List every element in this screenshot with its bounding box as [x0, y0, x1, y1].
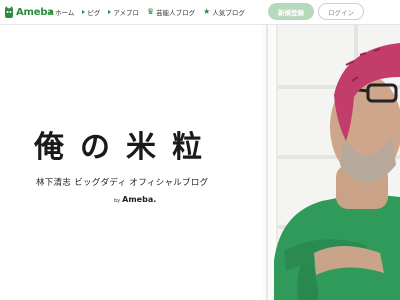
- ameba-byline-logo[interactable]: Ameba.: [122, 195, 156, 204]
- person-photo-illustration: [262, 25, 400, 300]
- nav-item-popular-blogs[interactable]: ★ 人気ブログ: [203, 7, 245, 18]
- blog-subtitle: 林下清志 ビッグダディ オフィシャルブログ: [36, 178, 209, 188]
- logo-text: Ameba: [16, 6, 54, 18]
- nav-label: アメブロ: [113, 9, 139, 17]
- nav-label: ピグ: [87, 9, 101, 17]
- ameba-mascot-icon: [5, 6, 13, 18]
- nav-label: 人気ブログ: [212, 9, 245, 17]
- header-photo: [262, 25, 400, 300]
- blog-title[interactable]: 俺の米粒: [34, 122, 218, 166]
- nav-item-ameblo[interactable]: アメブロ: [108, 7, 139, 17]
- signup-button[interactable]: 新規登録: [268, 3, 314, 20]
- crown-icon: ♛: [147, 7, 155, 16]
- triangle-icon: [50, 10, 53, 14]
- top-header: Ameba ホーム ピグ アメブロ ♛ 芸能人ブログ ★ 人気ブログ 新規登録 …: [0, 0, 400, 25]
- nav-label: 芸能人ブログ: [156, 9, 196, 17]
- global-nav: ホーム ピグ アメブロ ♛ 芸能人ブログ ★ 人気ブログ: [50, 5, 245, 19]
- nav-item-celebrity-blogs[interactable]: ♛ 芸能人ブログ: [147, 7, 196, 18]
- nav-item-pigg[interactable]: ピグ: [82, 7, 100, 17]
- nav-item-home[interactable]: ホーム: [50, 7, 74, 17]
- login-button[interactable]: ログイン: [318, 3, 364, 20]
- star-icon: ★: [203, 7, 211, 16]
- nav-label: ホーム: [55, 9, 75, 17]
- by-text: by: [114, 198, 121, 204]
- triangle-icon: [82, 10, 86, 14]
- ameba-logo[interactable]: Ameba: [4, 5, 54, 19]
- triangle-icon: [108, 10, 112, 14]
- byline: by Ameba.: [114, 195, 156, 204]
